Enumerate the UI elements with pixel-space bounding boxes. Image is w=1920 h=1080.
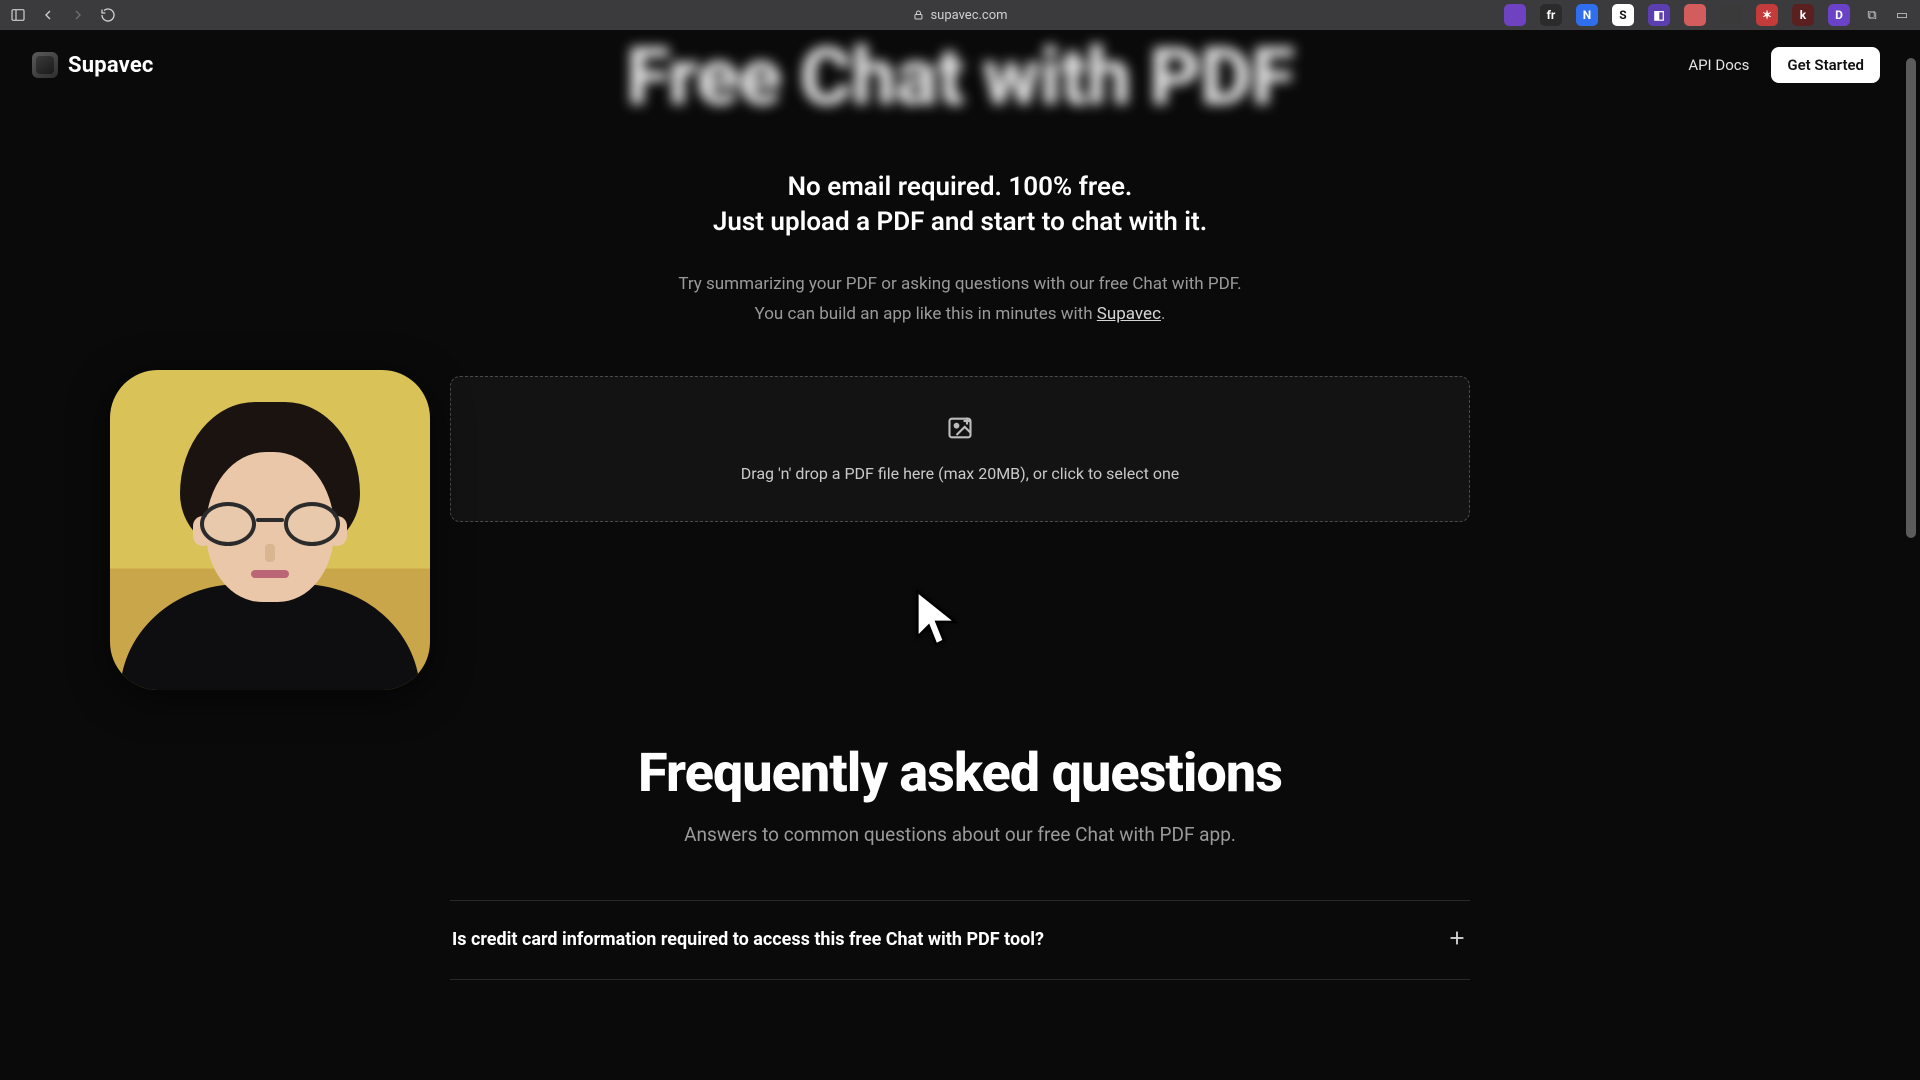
hero-copy: No email required. 100% free. Just uploa… [0, 170, 1920, 330]
hero-hint-line1: Try summarizing your PDF or asking quest… [0, 270, 1920, 300]
browser-ui-icon[interactable]: ▭ [1894, 7, 1910, 23]
hero-subtitle-line2: Just upload a PDF and start to chat with… [0, 205, 1920, 240]
scrollbar-thumb[interactable] [1906, 58, 1916, 538]
faq-list: Is credit card information required to a… [450, 900, 1470, 980]
api-docs-link[interactable]: API Docs [1688, 56, 1749, 74]
lock-icon [912, 9, 924, 21]
demo-cursor-icon [910, 588, 970, 648]
browser-extension-icon[interactable] [1684, 4, 1706, 26]
faq-question: Is credit card information required to a… [452, 929, 1044, 950]
browser-toolbar: supavec.com fr NS ◧ ✶ kD ⧉ ▭ [0, 0, 1920, 30]
browser-extension-icon[interactable]: ◧ [1648, 4, 1670, 26]
supavec-link[interactable]: Supavec [1097, 304, 1161, 324]
browser-extension-icon[interactable]: S [1612, 4, 1634, 26]
nav-forward-icon [70, 7, 86, 23]
pdf-dropzone[interactable]: Drag 'n' drop a PDF file here (max 20MB)… [450, 376, 1470, 522]
sidebar-toggle-icon[interactable] [10, 7, 26, 23]
address-bar[interactable]: supavec.com [912, 8, 1007, 23]
get-started-button[interactable]: Get Started [1771, 47, 1880, 83]
presenter-webcam-overlay [110, 370, 430, 690]
browser-extension-icon[interactable]: fr [1540, 4, 1562, 26]
browser-ui-icon[interactable]: ⧉ [1864, 7, 1880, 23]
faq-heading: Frequently asked questions [0, 742, 1920, 805]
image-upload-icon [946, 414, 974, 446]
url-text: supavec.com [930, 8, 1007, 23]
dropzone-text: Drag 'n' drop a PDF file here (max 20MB)… [741, 464, 1180, 483]
faq-subtitle: Answers to common questions about our fr… [0, 823, 1920, 846]
hero-hint-line2: You can build an app like this in minute… [0, 300, 1920, 330]
site-header: Supavec API Docs Get Started [0, 30, 1920, 100]
browser-extension-icon[interactable]: k [1792, 4, 1814, 26]
browser-extension-icon[interactable]: N [1576, 4, 1598, 26]
page-viewport: Free Chat with PDF Supavec API Docs Get … [0, 30, 1920, 1080]
faq-item[interactable]: Is credit card information required to a… [450, 901, 1470, 980]
plus-icon[interactable] [1446, 927, 1468, 953]
brand-logo-icon [32, 52, 58, 78]
browser-extension-icon[interactable] [1504, 4, 1526, 26]
brand-name: Supavec [68, 53, 154, 78]
reload-icon[interactable] [100, 7, 116, 23]
browser-extension-icon[interactable] [1720, 4, 1742, 26]
nav-back-icon[interactable] [40, 7, 56, 23]
faq-section: Frequently asked questions Answers to co… [0, 742, 1920, 980]
brand[interactable]: Supavec [32, 52, 154, 78]
browser-extension-icon[interactable]: D [1828, 4, 1850, 26]
browser-extension-icon[interactable]: ✶ [1756, 4, 1778, 26]
hero-subtitle-line1: No email required. 100% free. [0, 170, 1920, 205]
scrollbar[interactable] [1904, 30, 1918, 1080]
